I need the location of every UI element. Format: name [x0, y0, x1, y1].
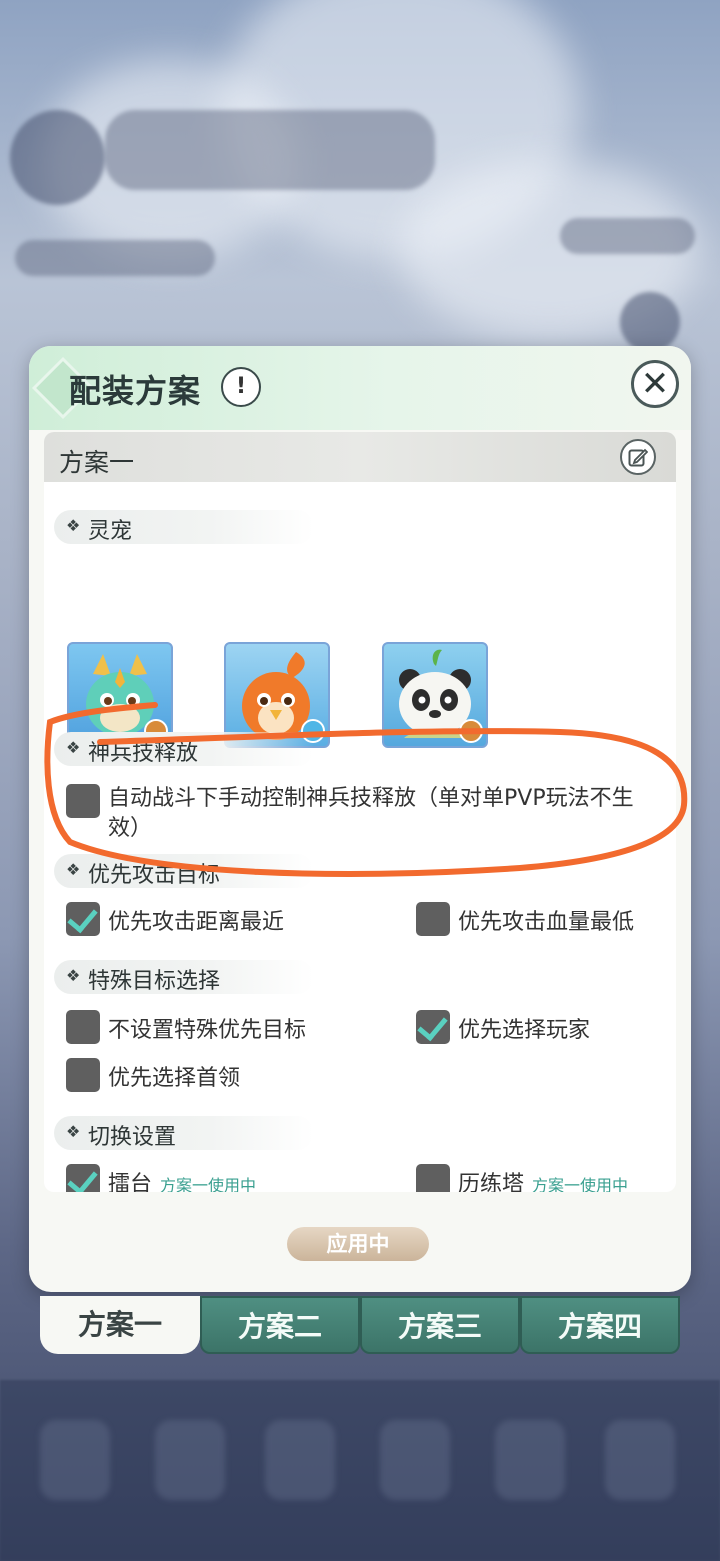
annotation-circle — [44, 702, 688, 877]
